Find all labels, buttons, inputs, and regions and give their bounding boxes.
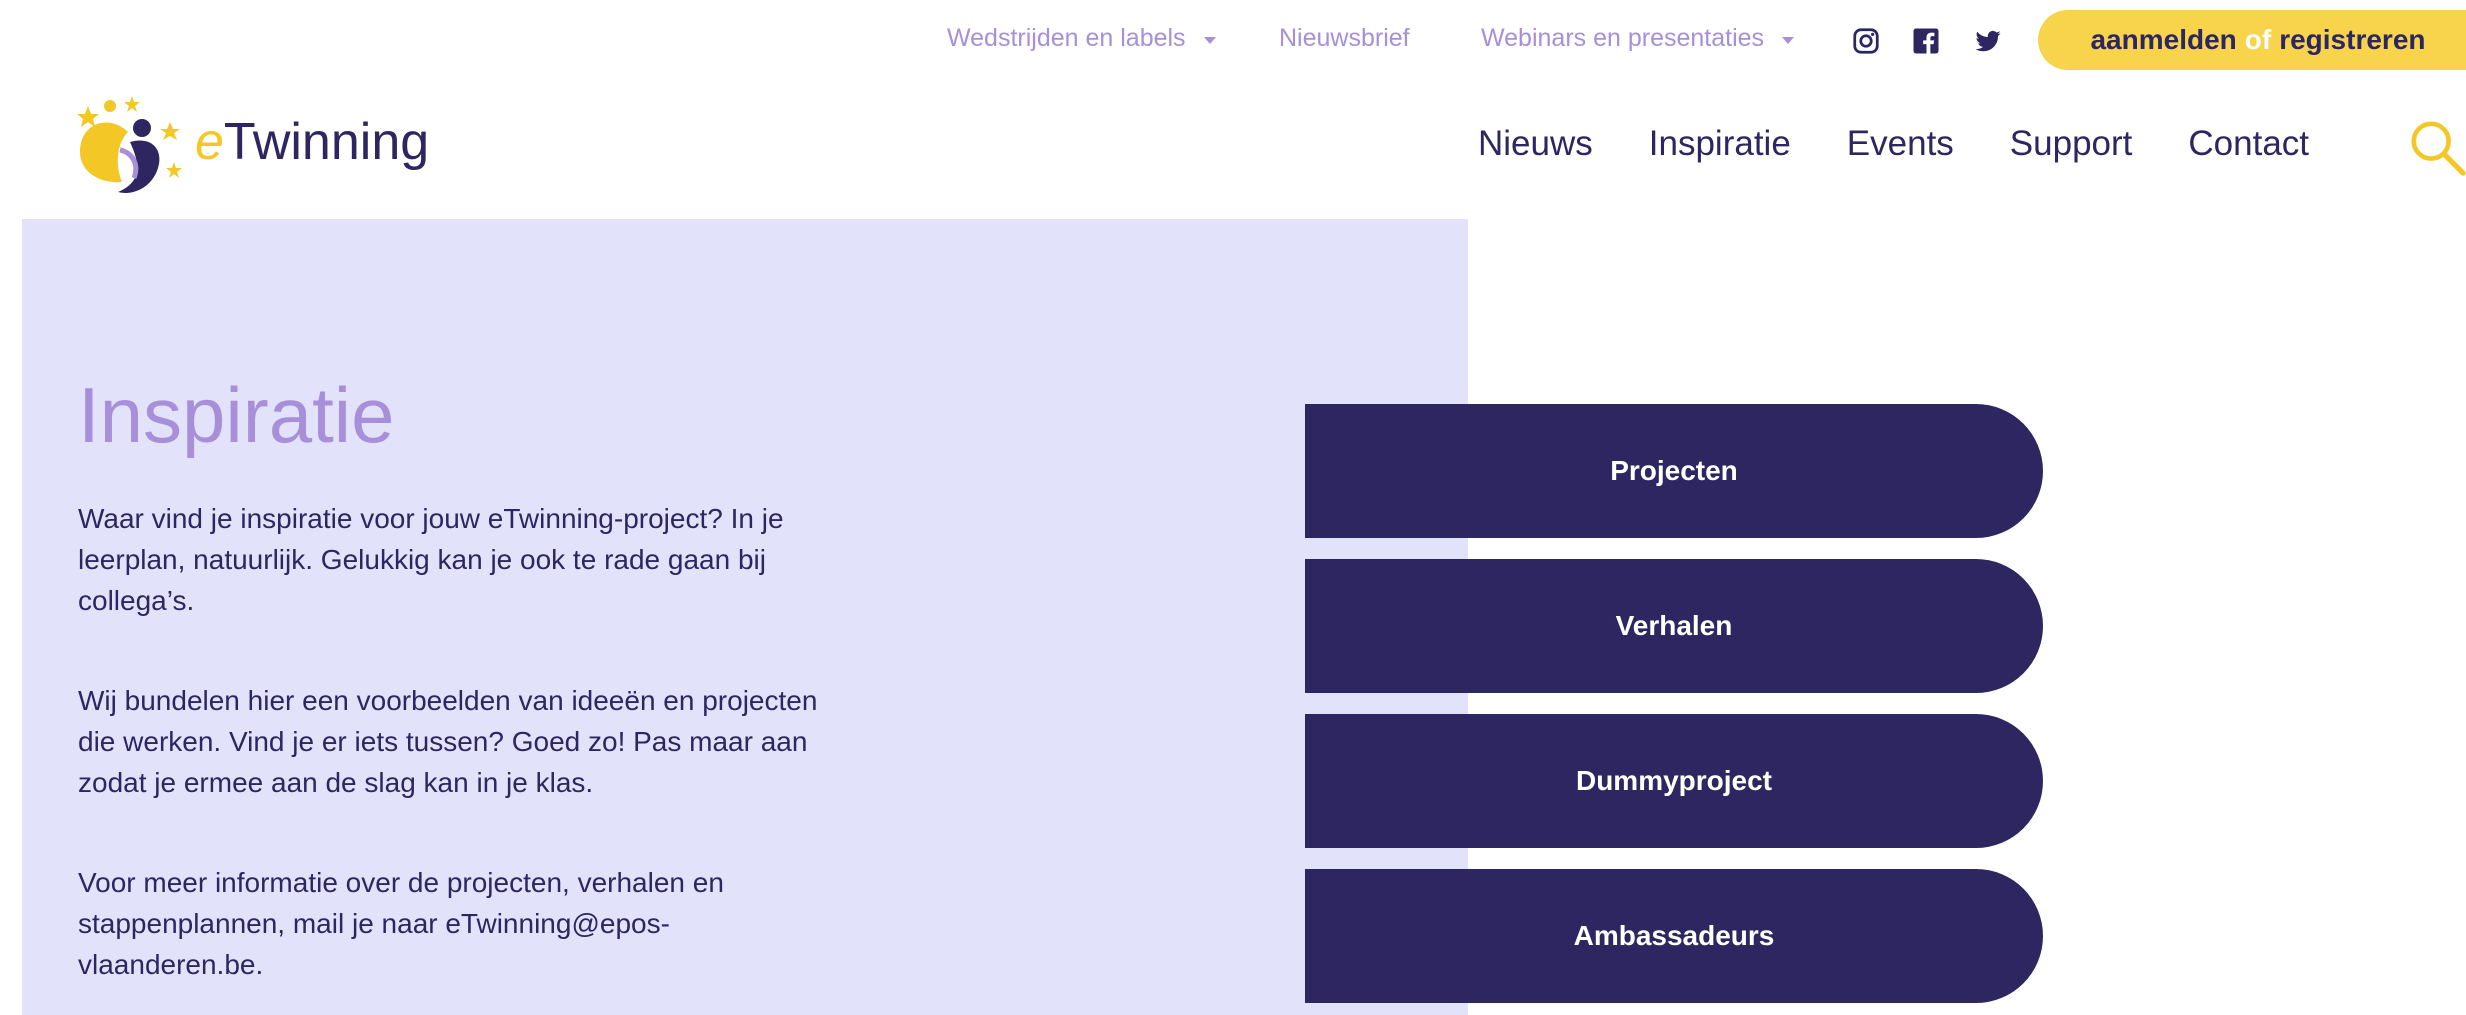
top-utility-bar: Wedstrijden en labels Nieuwsbrief Webina…	[0, 0, 2466, 80]
competitions-labels-label: Wedstrijden en labels	[947, 24, 1186, 52]
newsletter-link[interactable]: Nieuwsbrief	[1279, 24, 1410, 53]
caret-down-icon	[1203, 36, 1216, 44]
nav-item-support[interactable]: Support	[2010, 124, 2133, 164]
ambassadeurs-button-label: Ambassadeurs	[1573, 920, 1775, 951]
webinars-link[interactable]: Webinars en presentaties	[1481, 24, 1795, 53]
verhalen-button[interactable]: Verhalen	[1305, 559, 2043, 693]
instagram-icon[interactable]	[1851, 26, 1881, 56]
etwinning-logo[interactable]: eTwinning	[70, 92, 429, 202]
projecten-button[interactable]: Projecten	[1305, 404, 2043, 538]
page-title: Inspiratie	[78, 371, 395, 459]
caret-down-icon	[1782, 36, 1795, 44]
nav-item-nieuws[interactable]: Nieuws	[1478, 124, 1593, 164]
logo-wordmark: eTwinning	[195, 112, 429, 172]
ambassadeurs-button[interactable]: Ambassadeurs	[1305, 869, 2043, 1003]
newsletter-label: Nieuwsbrief	[1279, 24, 1410, 52]
webinars-label: Webinars en presentaties	[1481, 24, 1765, 52]
facebook-icon[interactable]	[1911, 26, 1941, 56]
intro-paragraph-2: Wij bundelen hier een voorbeelden van id…	[78, 685, 818, 798]
dummyproject-button[interactable]: Dummyproject	[1305, 714, 2043, 848]
nav-item-contact[interactable]: Contact	[2188, 124, 2309, 164]
verhalen-button-label: Verhalen	[1615, 610, 1733, 641]
register-label: registreren	[2279, 24, 2426, 55]
nav-item-inspiratie[interactable]: Inspiratie	[1649, 124, 1791, 164]
login-register-button[interactable]: aanmelden of registreren	[2038, 10, 2466, 70]
main-nav: Nieuws Inspiratie Events Support Contact	[1478, 124, 2309, 164]
twitter-icon[interactable]	[1973, 26, 2003, 56]
competitions-labels-link[interactable]: Wedstrijden en labels	[947, 24, 1216, 53]
intro-paragraph-1: Waar vind je inspiratie voor jouw eTwinn…	[78, 503, 784, 616]
intro-paragraph-3: Voor meer informatie over de projecten, …	[78, 867, 724, 980]
dummyproject-button-label: Dummyproject	[1575, 765, 1773, 796]
or-label: of	[2244, 24, 2272, 55]
logo-prefix: e	[195, 113, 224, 171]
projecten-button-label: Projecten	[1610, 455, 1738, 486]
login-label: aanmelden	[2090, 24, 2237, 55]
nav-item-events[interactable]: Events	[1847, 124, 1954, 164]
logo-name: Twinning	[223, 113, 430, 171]
etwinning-logo-emblem-icon	[77, 96, 182, 193]
search-icon[interactable]	[2408, 118, 2466, 176]
